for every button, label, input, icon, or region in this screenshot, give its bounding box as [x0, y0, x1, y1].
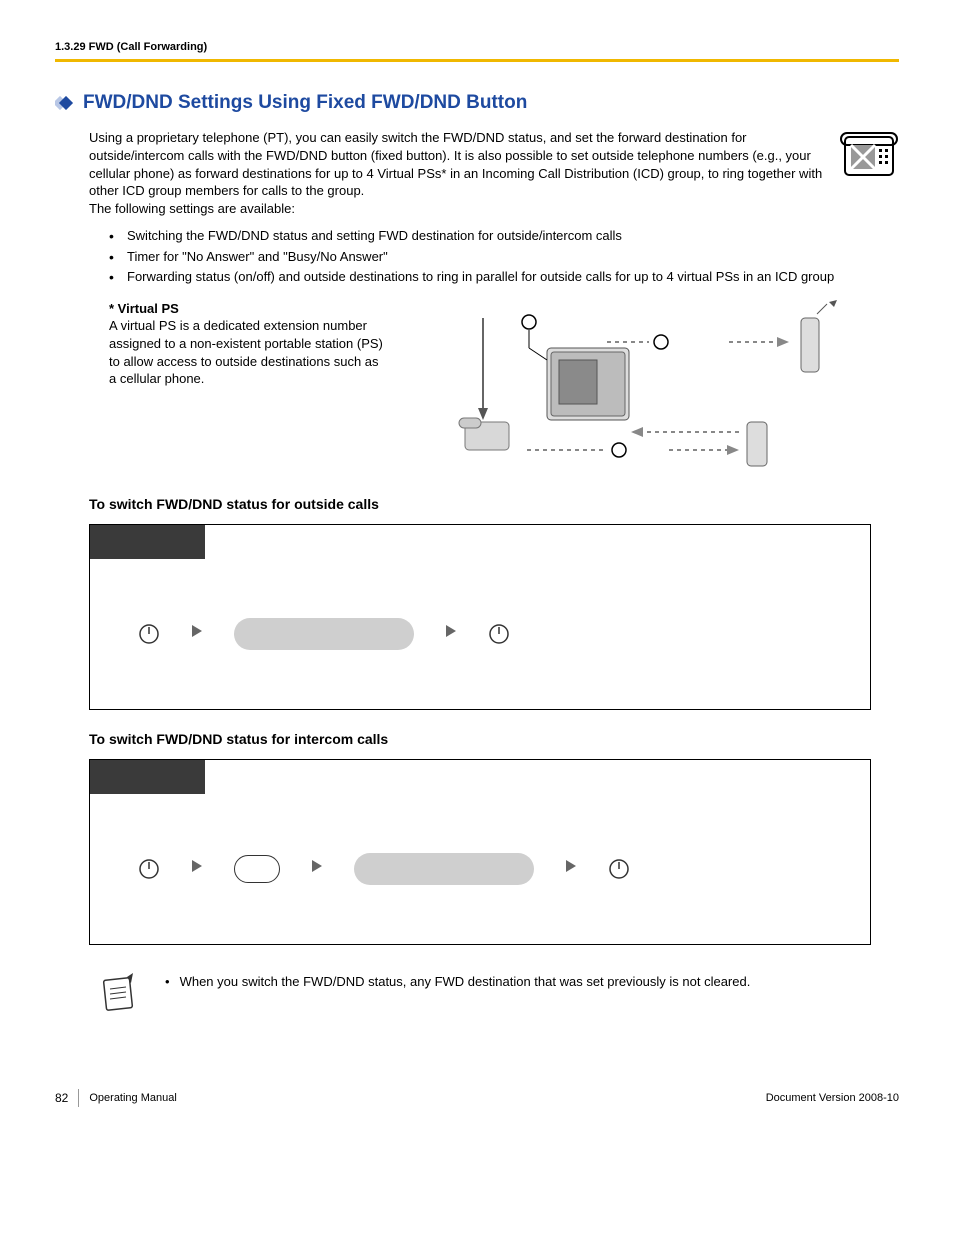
list-item: Switching the FWD/DND status and setting… [109, 227, 899, 245]
phone-cancel-icon [839, 129, 899, 217]
document-version: Document Version 2008-10 [766, 1091, 899, 1106]
note-icon [97, 973, 139, 1020]
page-number: 82 [55, 1090, 68, 1106]
step-pill [354, 853, 534, 885]
arrow-icon [190, 623, 204, 644]
step-onhook-icon [608, 858, 630, 880]
diamond-bullet-icon [55, 96, 75, 110]
intro-line2: The following settings are available: [89, 201, 295, 216]
section-title-text: FWD/DND Settings Using Fixed FWD/DND But… [83, 90, 527, 116]
procedure-1-box [89, 524, 871, 710]
step-small-pill [234, 855, 280, 883]
arrow-icon [310, 858, 324, 879]
list-item: Forwarding status (on/off) and outside d… [109, 268, 899, 286]
arrow-icon [444, 623, 458, 644]
manual-name: Operating Manual [89, 1091, 176, 1106]
step-onhook-icon [488, 623, 510, 645]
header-rule [55, 59, 899, 62]
page-footer: 82 Operating Manual Document Version 200… [55, 1089, 899, 1107]
step-pill [234, 618, 414, 650]
step-offhook-icon [138, 623, 160, 645]
arrow-icon [190, 858, 204, 879]
procedure-2-box [89, 759, 871, 945]
step-offhook-icon [138, 858, 160, 880]
note-text: When you switch the FWD/DND status, any … [180, 973, 751, 991]
section-title: FWD/DND Settings Using Fixed FWD/DND But… [55, 90, 899, 116]
virtual-ps-body: A virtual PS is a dedicated extension nu… [109, 318, 383, 386]
procedure-tab [90, 525, 205, 559]
feature-bullet-list: Switching the FWD/DND status and setting… [109, 227, 899, 286]
arrow-icon [564, 858, 578, 879]
procedure-2-heading: To switch FWD/DND status for intercom ca… [89, 730, 899, 749]
virtual-ps-diagram [409, 300, 899, 475]
virtual-ps-label: * Virtual PS [109, 301, 179, 316]
bullet: • [165, 973, 170, 991]
intro-paragraph: Using a proprietary telephone (PT), you … [89, 130, 822, 198]
procedure-tab [90, 760, 205, 794]
procedure-1-heading: To switch FWD/DND status for outside cal… [89, 495, 899, 514]
page-header-breadcrumb: 1.3.29 FWD (Call Forwarding) [55, 40, 899, 55]
list-item: Timer for "No Answer" and "Busy/No Answe… [109, 248, 899, 266]
